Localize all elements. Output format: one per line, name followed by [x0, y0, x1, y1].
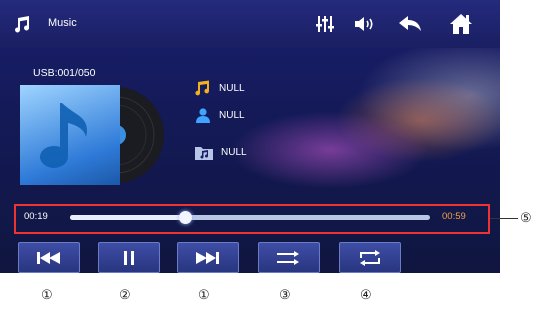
- next-button[interactable]: [177, 242, 239, 273]
- callout-next: ①: [198, 287, 210, 302]
- album-row: NULL: [195, 144, 247, 160]
- song-title: NULL: [219, 82, 245, 94]
- music-note-icon: [40, 103, 87, 168]
- folder-music-icon: [195, 147, 213, 160]
- album-art: [20, 85, 120, 185]
- callout-repeat: ④: [360, 287, 372, 302]
- callout-previous: ①: [41, 287, 53, 302]
- person-icon: [196, 108, 210, 123]
- callout-progress: ⑤: [520, 210, 532, 225]
- usb-track-counter: USB:001/050: [33, 67, 96, 79]
- music-note-icon: [195, 80, 210, 96]
- callout-leader-line: [490, 218, 518, 219]
- home-icon[interactable]: [446, 10, 476, 38]
- top-bar: Music: [0, 0, 500, 48]
- shuffle-button[interactable]: [258, 242, 320, 273]
- shuffle-icon: [277, 250, 299, 265]
- song-title-row: NULL: [195, 80, 245, 96]
- repeat-icon: [360, 249, 380, 266]
- back-arrow-icon[interactable]: [395, 10, 425, 38]
- artist-row: NULL: [195, 107, 245, 123]
- previous-button[interactable]: [18, 242, 80, 273]
- pause-icon: [124, 250, 134, 265]
- callout-pause: ②: [119, 287, 131, 302]
- callout-shuffle: ③: [279, 287, 291, 302]
- progress-highlight-box: [14, 204, 490, 234]
- equalizer-icon[interactable]: [312, 10, 338, 38]
- volume-icon[interactable]: [352, 10, 378, 38]
- next-icon: [196, 251, 219, 264]
- repeat-button[interactable]: [339, 242, 401, 273]
- album-name: NULL: [221, 146, 247, 158]
- artist-name: NULL: [219, 109, 245, 121]
- previous-icon: [37, 251, 60, 264]
- pause-button[interactable]: [98, 242, 160, 273]
- music-note-icon: [12, 10, 34, 38]
- app-title: Music: [48, 17, 77, 29]
